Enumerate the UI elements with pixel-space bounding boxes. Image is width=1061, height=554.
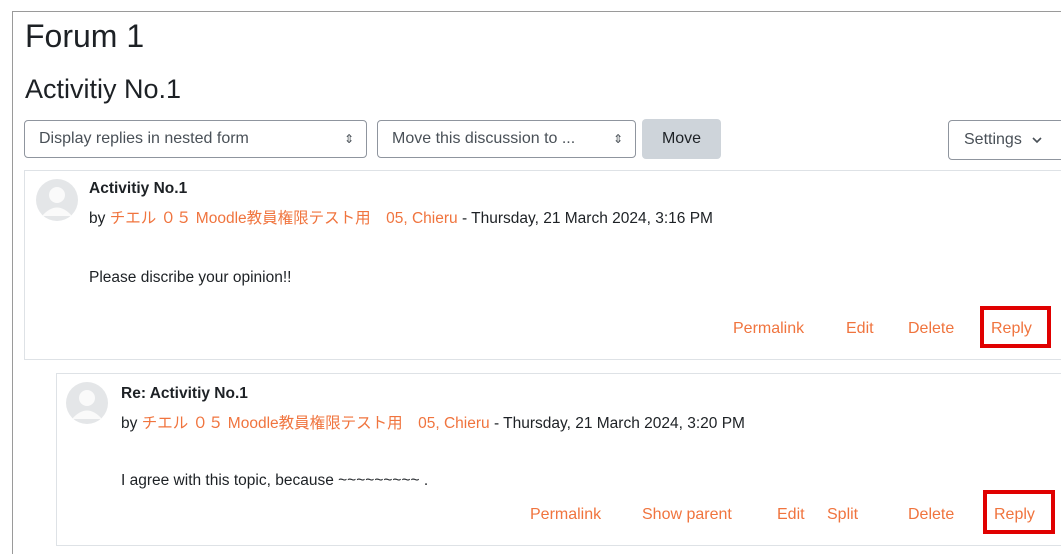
permalink-link[interactable]: Permalink bbox=[530, 506, 601, 524]
post-date: - Thursday, 21 March 2024, 3:16 PM bbox=[457, 210, 713, 227]
settings-button[interactable]: Settings bbox=[948, 120, 1061, 160]
forum-discussion-page: Forum 1 Activitiy No.1 Display replies i… bbox=[0, 0, 1061, 554]
edit-link[interactable]: Edit bbox=[846, 320, 874, 338]
author-link[interactable]: チエル ０５ Moodle教員権限テスト用 05, Chieru bbox=[110, 210, 458, 227]
show-parent-link[interactable]: Show parent bbox=[642, 506, 732, 524]
post-subject: Re: Activitiy No.1 bbox=[121, 385, 248, 402]
post-content: I agree with this topic, because ~~~~~~~… bbox=[121, 472, 429, 489]
reply-link[interactable]: Reply bbox=[994, 506, 1035, 524]
byline-prefix: by bbox=[89, 210, 110, 227]
reply-link[interactable]: Reply bbox=[991, 320, 1032, 338]
avatar[interactable] bbox=[66, 382, 108, 424]
delete-link[interactable]: Delete bbox=[908, 320, 954, 338]
display-mode-select[interactable]: Display replies in nested form ⇕ bbox=[24, 120, 367, 158]
post-subject: Activitiy No.1 bbox=[89, 180, 188, 197]
post: Re: Activitiy No.1 by チエル ０５ Moodle教員権限テ… bbox=[56, 373, 1061, 546]
move-button[interactable]: Move bbox=[642, 119, 721, 159]
discussion-title: Activitiy No.1 bbox=[25, 74, 182, 104]
post-date: - Thursday, 21 March 2024, 3:20 PM bbox=[489, 415, 745, 432]
split-link[interactable]: Split bbox=[827, 506, 858, 524]
page-title: Forum 1 bbox=[25, 18, 145, 54]
select-arrows-icon: ⇕ bbox=[343, 132, 354, 146]
delete-link[interactable]: Delete bbox=[908, 506, 954, 524]
post-byline: by チエル ０５ Moodle教員権限テスト用 05, Chieru - Th… bbox=[89, 206, 713, 228]
avatar[interactable] bbox=[36, 179, 78, 221]
author-link[interactable]: チエル ０５ Moodle教員権限テスト用 05, Chieru bbox=[142, 415, 490, 432]
settings-label: Settings bbox=[964, 131, 1022, 148]
post: Activitiy No.1 by チエル ０５ Moodle教員権限テスト用 … bbox=[24, 170, 1061, 360]
display-mode-value: Display replies in nested form bbox=[39, 130, 249, 147]
byline-prefix: by bbox=[121, 415, 142, 432]
chevron-down-icon bbox=[1032, 137, 1042, 143]
permalink-link[interactable]: Permalink bbox=[733, 320, 804, 338]
move-discussion-value: Move this discussion to ... bbox=[392, 130, 576, 147]
post-byline: by チエル ０５ Moodle教員権限テスト用 05, Chieru - Th… bbox=[121, 411, 745, 433]
edit-link[interactable]: Edit bbox=[777, 506, 805, 524]
move-discussion-select[interactable]: Move this discussion to ... ⇕ bbox=[377, 120, 636, 158]
post-content: Please discribe your opinion!! bbox=[89, 269, 292, 286]
select-arrows-icon: ⇕ bbox=[612, 132, 623, 146]
